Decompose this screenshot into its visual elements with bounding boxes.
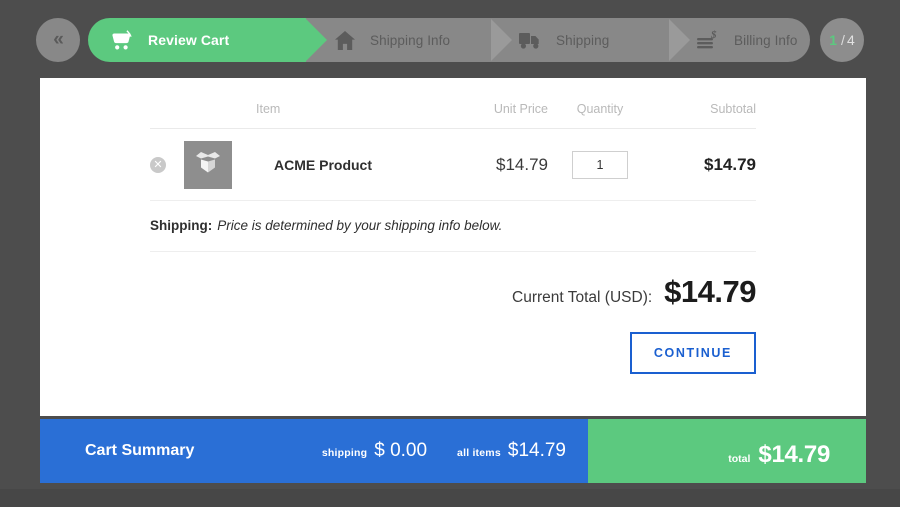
step-counter: 1 / 4 — [820, 18, 864, 62]
col-quantity-header: Quantity — [576, 102, 624, 116]
bottom-band — [0, 489, 900, 507]
step-review-cart-label: Review Cart — [148, 32, 230, 48]
summary-shipping: shipping $ 0.00 — [322, 440, 427, 462]
cart-summary-left: Cart Summary shipping $ 0.00 all items $… — [40, 419, 588, 483]
cart-summary-metrics: shipping $ 0.00 all items $14.79 — [292, 440, 588, 462]
current-total-row: Current Total (USD): $14.79 — [150, 252, 756, 310]
summary-all-items-value: $14.79 — [507, 440, 566, 461]
summary-total-value: $14.79 — [758, 441, 830, 468]
delivery-truck-icon — [518, 27, 544, 53]
cta-row: CONTINUE — [150, 310, 756, 374]
product-unit-price: $14.79 — [496, 154, 548, 174]
quantity-cell: 1 — [548, 150, 652, 179]
cart-table: Item Unit Price Quantity Subtotal ✕ ACME… — [150, 102, 756, 374]
cart-card: Item Unit Price Quantity Subtotal ✕ ACME… — [40, 78, 866, 416]
continue-button[interactable]: CONTINUE — [629, 332, 756, 374]
step-review-cart[interactable]: Review Cart — [88, 18, 327, 62]
summary-all-items-label: all items — [457, 447, 501, 459]
step-shipping-label: Shipping — [556, 32, 610, 48]
cart-summary-bar: Cart Summary shipping $ 0.00 all items $… — [40, 419, 866, 483]
step-shipping[interactable]: Shipping — [492, 18, 691, 62]
invoice-dollar-icon: $ — [696, 27, 722, 53]
table-row: ✕ ACME Product $14.79 1 $14.79 — [150, 129, 756, 201]
cart-table-header: Item Unit Price Quantity Subtotal — [150, 102, 756, 129]
step-shipping-info[interactable]: Shipping Info — [306, 18, 513, 62]
shipping-note-value: Price is determined by your shipping inf… — [217, 218, 503, 233]
summary-shipping-label: shipping — [321, 447, 368, 459]
summary-shipping-value: $ 0.00 — [374, 440, 428, 461]
home-icon — [332, 27, 358, 53]
col-unit-price-header: Unit Price — [493, 102, 548, 116]
quantity-input[interactable]: 1 — [572, 150, 628, 179]
cart-summary-total: total $14.79 — [588, 419, 866, 483]
step-billing-info-label: Billing Info — [734, 32, 798, 48]
step-billing-info[interactable]: $ Billing Info — [670, 18, 810, 62]
col-item-header: Item — [256, 102, 281, 116]
shopping-cart-icon — [110, 27, 136, 53]
checkout-page: « Review Cart Shipping Info Shipping $ B… — [0, 0, 900, 507]
step-counter-total: 4 — [846, 32, 855, 48]
step-counter-current: 1 — [829, 32, 838, 48]
summary-all-items: all items $14.79 — [457, 440, 566, 462]
product-subtotal: $14.79 — [704, 154, 756, 174]
remove-item-cell: ✕ — [150, 156, 184, 173]
current-total-label: Current Total (USD): — [512, 289, 653, 306]
checkout-step-bar: « Review Cart Shipping Info Shipping $ B… — [36, 18, 864, 62]
step-list: Review Cart Shipping Info Shipping $ Bil… — [88, 18, 810, 62]
shipping-note: Shipping: Price is determined by your sh… — [150, 201, 756, 252]
double-chevron-left-icon: « — [53, 29, 64, 50]
product-thumbnail-cell — [184, 140, 256, 189]
current-total-value: $14.79 — [664, 274, 756, 309]
step-counter-separator: / — [841, 32, 845, 48]
open-box-icon — [194, 149, 222, 180]
col-subtotal-header: Subtotal — [710, 102, 756, 116]
product-thumbnail[interactable] — [184, 140, 232, 189]
remove-circle-icon[interactable]: ✕ — [150, 156, 166, 173]
step-shipping-info-label: Shipping Info — [370, 32, 451, 48]
shipping-note-label: Shipping: — [150, 218, 213, 233]
back-button[interactable]: « — [36, 18, 80, 62]
svg-text:$: $ — [710, 30, 717, 41]
product-name: ACME Product — [274, 156, 372, 173]
cart-summary-title: Cart Summary — [85, 442, 195, 459]
summary-total-label: total — [728, 453, 751, 465]
